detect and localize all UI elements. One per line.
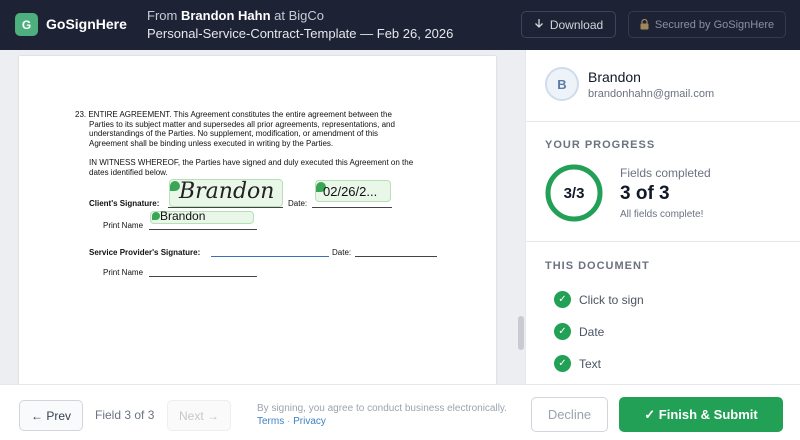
privacy-link[interactable]: Privacy: [293, 416, 326, 427]
download-icon: [534, 19, 543, 28]
paragraph-line: IN WITNESS WHEREOF, the Parties have sig…: [89, 158, 414, 167]
paragraph-line: dates identified below.: [89, 167, 168, 177]
brand-name: GoSignHere: [46, 16, 127, 32]
progress-ring-text: 3/3: [563, 184, 585, 202]
avatar: B: [545, 67, 579, 101]
link-separator: ·: [287, 416, 291, 427]
fields-completed-label: Fields completed: [620, 166, 711, 180]
provider-signature-label: Service Provider's Signature:: [89, 248, 201, 257]
top-bar: G GoSignHere From Brandon Hahn at BigCo …: [0, 0, 800, 50]
print-name-line: [149, 229, 257, 230]
client-signature-value: Brandon: [179, 179, 275, 204]
document-title: Personal-Service-Contract-Template — Feb…: [147, 26, 454, 41]
consent-notice: By signing, you agree to conduct busines…: [257, 402, 507, 428]
sender-info: From Brandon Hahn at BigCo: [147, 8, 324, 23]
fields-complete-note: All fields complete!: [620, 209, 704, 220]
action-bar: ← Prev Field 3 of 3 Next → By signing, y…: [0, 384, 800, 440]
client-date-line: [312, 207, 392, 208]
paragraph-line: Parties to its subject matter and supers…: [89, 119, 395, 129]
paragraph-line: understandings of the Parties. No supple…: [89, 129, 379, 139]
lock-icon: [640, 19, 649, 30]
divider: [526, 121, 800, 122]
document-section-title: THIS DOCUMENT: [545, 260, 650, 272]
fields-completed-count: 3 of 3: [620, 183, 670, 204]
next-button[interactable]: Next →: [167, 400, 231, 431]
field-indicator: Field 3 of 3: [95, 408, 155, 422]
client-signature-line: [168, 207, 283, 208]
provider-print-name-line: [149, 276, 257, 277]
date-value: 02/26/2...: [323, 184, 378, 199]
document-item-text[interactable]: ✓ Text: [554, 355, 601, 372]
finish-submit-button[interactable]: ✓ Finish & Submit: [619, 397, 783, 432]
document-item-label: Text: [579, 356, 602, 371]
witness-paragraph: IN WITNESS WHEREOF, the Parties have sig…: [89, 158, 413, 177]
document-item-label: Click to sign: [579, 292, 644, 307]
entire-agreement-paragraph: 23. ENTIRE AGREEMENT. This Agreement con…: [75, 110, 395, 148]
logo-icon: G: [15, 13, 38, 36]
signer-name: Brandon: [588, 69, 641, 85]
document-item-date[interactable]: ✓ Date: [554, 323, 604, 340]
secured-label: Secured by GoSignHere: [654, 18, 775, 31]
consent-text: By signing, you agree to conduct busines…: [257, 403, 507, 414]
paragraph-line: Agreement shall be binding unless execut…: [89, 138, 334, 148]
from-prefix: From: [147, 8, 178, 23]
terms-link[interactable]: Terms: [257, 416, 284, 427]
provider-date-line: [355, 256, 437, 257]
signer-email: brandonhahn@gmail.com: [588, 88, 715, 100]
download-button[interactable]: Download: [521, 11, 616, 38]
provider-date-label: Date:: [332, 248, 352, 257]
secured-badge: Secured by GoSignHere: [628, 11, 786, 38]
sender-name: Brandon Hahn: [180, 8, 271, 23]
paragraph-line: 23. ENTIRE AGREEMENT. This Agreement con…: [75, 110, 392, 119]
client-signature-label: Client's Signature:: [89, 199, 160, 208]
print-name-label: Print Name: [103, 221, 144, 230]
document-page: 23. ENTIRE AGREEMENT. This Agreement con…: [19, 56, 496, 384]
field-marker-icon: [152, 212, 160, 220]
document-scrollbar[interactable]: [518, 316, 524, 350]
prev-button[interactable]: ← Prev: [19, 400, 83, 431]
download-label: Download: [549, 17, 604, 32]
print-name-value: Brandon: [160, 209, 206, 223]
document-item-click-to-sign[interactable]: ✓ Click to sign: [554, 291, 644, 308]
provider-print-name-label: Print Name: [103, 268, 144, 277]
progress-section-title: YOUR PROGRESS: [545, 139, 656, 151]
provider-signature-line[interactable]: [211, 256, 329, 257]
divider: [526, 241, 800, 242]
sender-company: at BigCo: [274, 8, 325, 23]
check-icon: ✓: [554, 291, 571, 308]
client-date-label: Date:: [288, 199, 308, 208]
decline-button[interactable]: Decline: [531, 397, 608, 432]
signer-panel: B Brandon brandonhahn@gmail.com YOUR PRO…: [525, 50, 800, 384]
document-viewer[interactable]: 23. ENTIRE AGREEMENT. This Agreement con…: [0, 50, 525, 384]
check-icon: ✓: [554, 323, 571, 340]
check-icon: ✓: [554, 355, 571, 372]
document-item-label: Date: [579, 324, 605, 339]
